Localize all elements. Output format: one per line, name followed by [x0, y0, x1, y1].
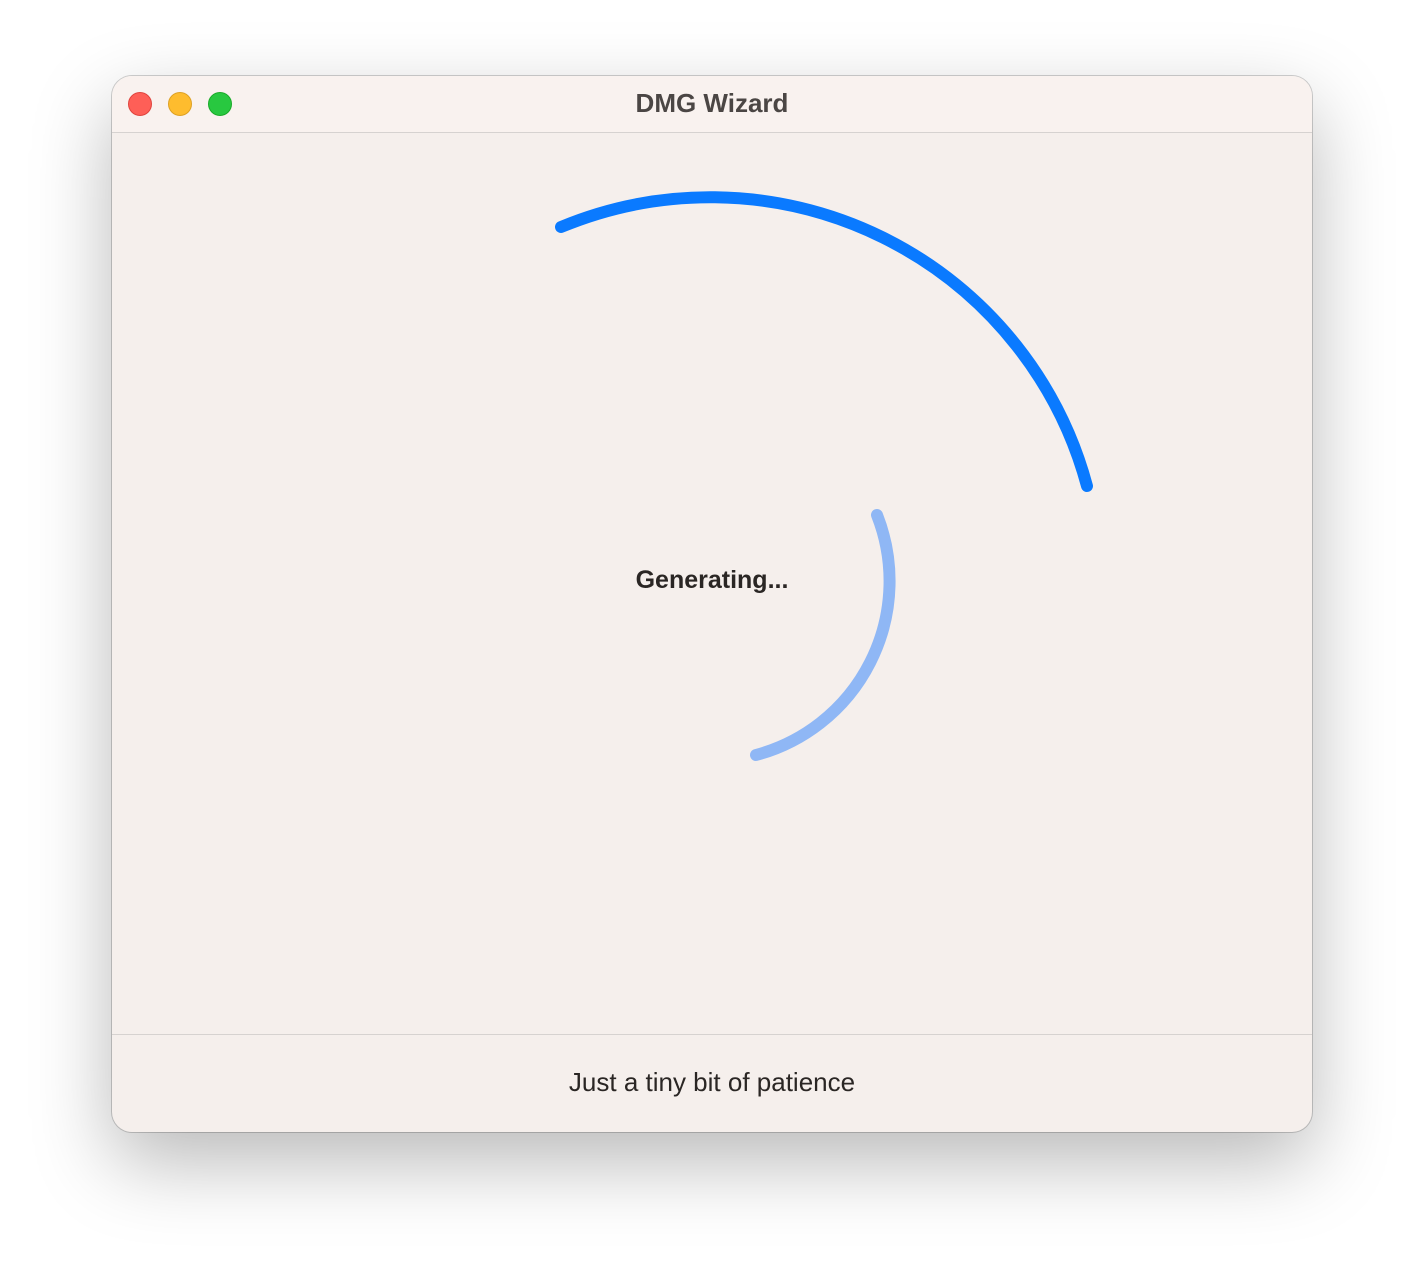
- app-window: DMG Wizard Generating... Just a tiny bit…: [112, 76, 1312, 1132]
- footer-message: Just a tiny bit of patience: [568, 1067, 856, 1097]
- spinner-inner-arc: [750, 509, 896, 761]
- footer-bar: Just a tiny bit of patience: [112, 1034, 1312, 1132]
- status-label: Generating...: [635, 566, 789, 594]
- spinner-outer-arc: [555, 191, 1093, 492]
- loading-spinner-icon: [555, 191, 1093, 761]
